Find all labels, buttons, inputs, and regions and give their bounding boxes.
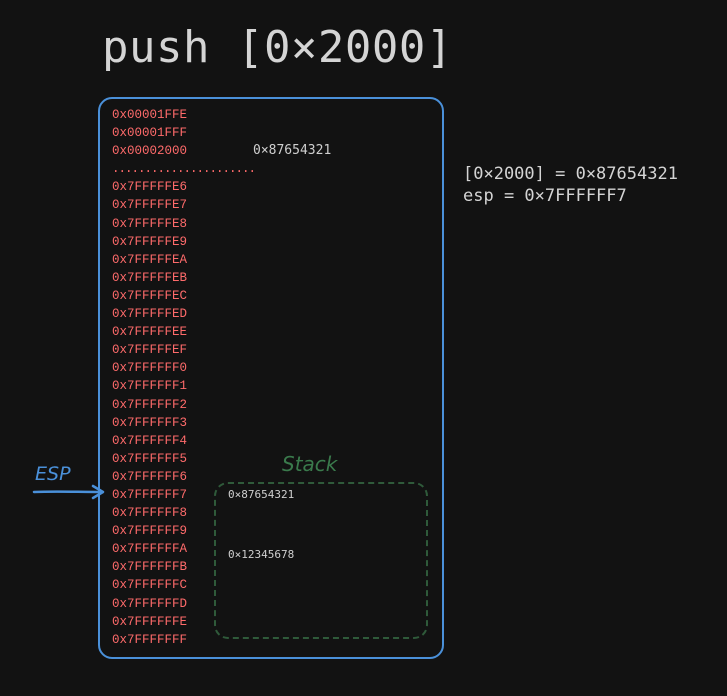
address-row: 0x00001FFF	[112, 126, 188, 141]
address-ellipsis: ......................	[112, 162, 256, 177]
memory-value-0x2000: 0×87654321	[253, 143, 332, 158]
address-row: 0x7FFFFFEE	[112, 325, 188, 340]
address-row: 0x7FFFFFE6	[112, 180, 188, 195]
address-row: 0x7FFFFFEF	[112, 343, 188, 358]
address-row: 0x7FFFFFEC	[112, 288, 188, 303]
diagram-title: push [0×2000]	[102, 22, 453, 73]
address-row: 0x00001FFE	[112, 108, 188, 122]
address-row: 0x7FFFFFE7	[112, 198, 188, 213]
note-esp: esp = 0×7FFFFFF7	[463, 186, 627, 206]
stack-value-second: 0×12345678	[228, 548, 295, 561]
address-row: 0x7FFFFFF1	[112, 379, 188, 394]
stack-value-top: 0×87654321	[228, 488, 295, 501]
notes: [0×2000] = 0×87654321 esp = 0×7FFFFFF7	[463, 163, 678, 207]
address-row: 0x7FFFFFF4	[112, 433, 188, 448]
esp-arrow-icon	[32, 484, 105, 500]
address-row: 0x7FFFFFF5	[112, 451, 188, 466]
address-row: 0x7FFFFFF0	[112, 361, 188, 376]
note-memory: [0×2000] = 0×87654321	[463, 164, 678, 184]
address-row: 0x7FFFFFE8	[112, 216, 188, 231]
address-row: 0x7FFFFFE9	[112, 234, 188, 249]
stack-label: Stack	[282, 452, 338, 476]
address-row: 0x00002000	[112, 144, 188, 159]
address-row: 0x7FFFFFEA	[112, 252, 188, 267]
address-row: 0x7FFFFFED	[112, 307, 188, 322]
address-row: 0x7FFFFFEB	[112, 270, 188, 285]
address-row: 0x7FFFFFF3	[112, 415, 188, 430]
address-row: 0x7FFFFFF2	[112, 397, 188, 412]
